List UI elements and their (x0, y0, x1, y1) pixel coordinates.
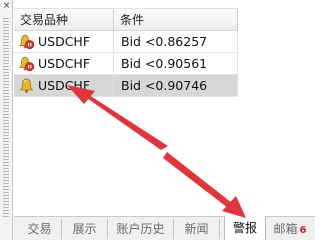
tab-exposure[interactable]: 展示 (62, 219, 108, 239)
tab-account-history[interactable]: 账户历史 (108, 219, 174, 239)
alert-row[interactable]: USDCHF Bid <0.86257 (14, 31, 238, 53)
tab-alerts[interactable]: 警报 (224, 216, 266, 240)
alert-row-selected[interactable]: USDCHF Bid <0.90746 (14, 75, 238, 97)
tab-mailbox-label: 邮箱 (273, 222, 298, 236)
tab-mailbox[interactable]: 邮箱 6 (268, 219, 312, 239)
alert-symbol: USDCHF (14, 75, 114, 96)
alert-row[interactable]: USDCHF Bid <0.90561 (14, 53, 238, 75)
alerts-list: 交易品种 条件 USDCHF Bid <0.86257 USDCHF Bid <… (14, 0, 315, 216)
terminal-toolbox-window: × 交易品种 条件 USDCHF Bid <0.86257 USDCHF Bid… (0, 0, 315, 240)
alert-condition: Bid <0.86257 (114, 31, 238, 52)
alert-symbol: USDCHF (14, 53, 114, 74)
drag-grip-handle[interactable] (3, 18, 9, 218)
unread-count-badge: 6 (299, 225, 307, 236)
alert-condition: Bid <0.90746 (114, 75, 238, 96)
tab-news[interactable]: 新闻 (174, 219, 220, 239)
alert-symbol: USDCHF (14, 31, 114, 52)
tab-trade[interactable]: 交易 (18, 219, 62, 239)
alerts-list-header: 交易品种 条件 (14, 8, 238, 31)
alert-condition: Bid <0.90561 (114, 53, 238, 74)
toolbox-side-strip[interactable]: × (0, 0, 13, 240)
column-header-symbol[interactable]: 交易品种 (14, 9, 114, 31)
toolbox-tab-bar: 交易 展示 账户历史 新闻 警报 邮箱 6 (14, 216, 315, 240)
column-header-condition[interactable]: 条件 (114, 9, 238, 31)
close-icon[interactable]: × (1, 1, 12, 12)
